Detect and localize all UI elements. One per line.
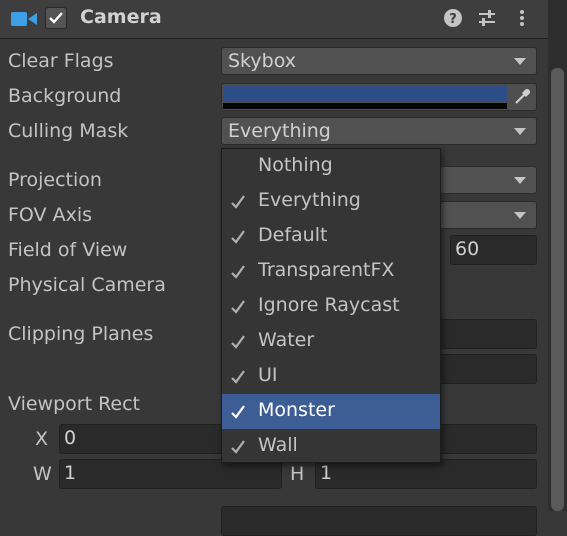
chevron-down-icon — [514, 212, 526, 219]
checkmark-icon — [231, 300, 245, 314]
menu-item-label: UI — [258, 364, 278, 386]
camera-icon — [11, 12, 37, 26]
culling-mask-value: Everything — [228, 120, 331, 142]
culling-mask-label: Culling Mask — [8, 120, 129, 142]
checkmark-icon — [231, 405, 245, 419]
clear-flags-label: Clear Flags — [8, 50, 114, 72]
viewport-x-label: X — [35, 428, 49, 450]
checkmark-icon — [49, 12, 63, 24]
background-color-field[interactable] — [221, 83, 537, 111]
menu-item[interactable]: TransparentFX — [222, 254, 440, 289]
chevron-down-icon — [514, 58, 526, 65]
svg-text:?: ? — [449, 12, 457, 27]
viewport-h-value: 1 — [320, 462, 333, 484]
component-enabled-checkbox[interactable] — [45, 7, 67, 29]
physical-camera-label: Physical Camera — [8, 274, 166, 296]
checkmark-icon — [231, 195, 245, 209]
viewport-w-value: 1 — [64, 462, 77, 484]
checkmark-icon — [231, 265, 245, 279]
menu-item[interactable]: Wall — [222, 429, 440, 464]
menu-item-label: Ignore Raycast — [258, 294, 400, 316]
help-icon[interactable]: ? — [443, 8, 463, 28]
menu-item[interactable]: Monster — [222, 394, 440, 429]
culling-mask-dropdown[interactable]: Everything — [221, 117, 537, 145]
menu-item-label: Default — [258, 224, 328, 246]
chevron-down-icon — [514, 177, 526, 184]
viewport-h-label: H — [290, 463, 305, 485]
menu-item[interactable]: Water — [222, 324, 440, 359]
camera-component-header[interactable]: Camera ? — [0, 0, 548, 39]
menu-item[interactable]: Default — [222, 219, 440, 254]
menu-item-label: Everything — [258, 189, 361, 211]
scrollbar-thumb[interactable] — [551, 68, 564, 511]
field-of-view-label: Field of View — [8, 239, 128, 261]
culling-mask-menu: Nothing Everything Default TransparentFX Ign… — [221, 148, 441, 463]
field-of-view-value: 60 — [455, 238, 480, 260]
menu-item-label: Wall — [258, 434, 298, 456]
component-title: Camera — [80, 6, 162, 28]
menu-item[interactable]: Ignore Raycast — [222, 289, 440, 324]
background-label: Background — [8, 85, 122, 107]
field-of-view-input[interactable]: 60 — [450, 235, 537, 265]
menu-item[interactable]: Nothing — [222, 149, 440, 184]
checkmark-icon — [231, 370, 245, 384]
chevron-down-icon — [514, 128, 526, 135]
menu-item-label: Nothing — [258, 154, 333, 176]
presets-icon[interactable] — [477, 8, 497, 28]
checkmark-icon — [231, 230, 245, 244]
checkmark-icon — [231, 440, 245, 454]
fov-axis-label: FOV Axis — [8, 204, 93, 226]
clipping-planes-label: Clipping Planes — [8, 323, 154, 345]
menu-item-label: Water — [258, 329, 315, 351]
alpha-bar — [223, 103, 507, 109]
clear-flags-dropdown[interactable]: Skybox — [221, 47, 537, 75]
menu-item-label: TransparentFX — [258, 259, 395, 281]
viewport-x-value: 0 — [64, 427, 77, 449]
viewport-rect-label: Viewport Rect — [8, 393, 141, 415]
checkmark-icon — [231, 335, 245, 349]
inspector-scrollbar[interactable] — [548, 0, 567, 511]
color-swatch — [223, 85, 507, 102]
more-options-icon[interactable] — [512, 8, 532, 28]
menu-item[interactable]: Everything — [222, 184, 440, 219]
projection-label: Projection — [8, 169, 102, 191]
menu-item-label: Monster — [258, 399, 335, 421]
viewport-w-label: W — [33, 463, 52, 485]
menu-item[interactable]: UI — [222, 359, 440, 394]
clear-flags-value: Skybox — [228, 50, 296, 72]
eyedropper-icon[interactable] — [512, 87, 532, 107]
